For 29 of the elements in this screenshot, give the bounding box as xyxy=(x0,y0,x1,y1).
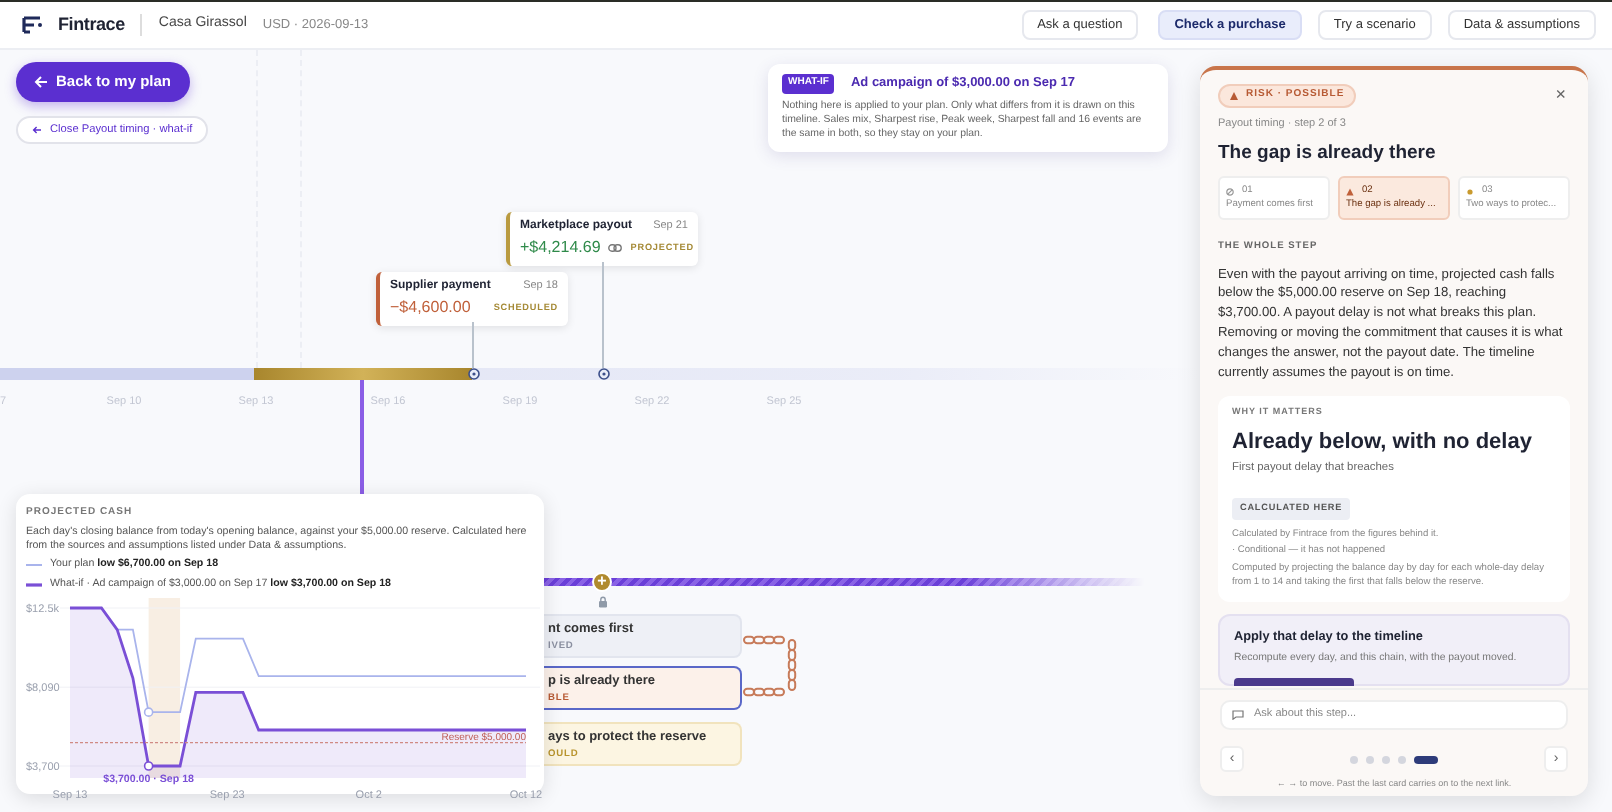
logo-icon xyxy=(22,16,42,34)
legend-line xyxy=(26,562,42,569)
pager-dot[interactable] xyxy=(1382,755,1390,763)
why-headline: Already below, with no delay xyxy=(1232,427,1534,458)
chat-icon xyxy=(1232,710,1244,720)
chain-drawing xyxy=(742,630,802,702)
brand-name: Fintrace xyxy=(58,11,125,38)
dot-icon xyxy=(1466,187,1474,196)
pager-dot[interactable] xyxy=(1398,755,1406,763)
warning-icon xyxy=(1230,91,1238,100)
apply-button[interactable] xyxy=(1234,677,1354,686)
close-button[interactable]: × xyxy=(1551,86,1570,105)
arrow-left-icon xyxy=(34,76,48,88)
timeline-node xyxy=(467,368,479,380)
step-title: The gap is already there xyxy=(1218,139,1438,168)
warning-icon xyxy=(1346,187,1354,196)
legend-line xyxy=(26,582,42,589)
timeline-node xyxy=(597,368,609,380)
pager-dot[interactable] xyxy=(1350,755,1358,763)
marker-line xyxy=(360,380,364,494)
pager-dot[interactable] xyxy=(1366,755,1374,763)
low-point-marker xyxy=(143,760,154,771)
event-amount: −$4,600.00 xyxy=(390,296,471,320)
lock-icon xyxy=(597,596,607,608)
arrow-left-icon xyxy=(32,126,42,134)
blocked-icon xyxy=(1226,187,1234,196)
link-icon xyxy=(608,243,623,252)
event-amount: +$4,214.69 xyxy=(520,236,601,260)
low-point-marker xyxy=(143,706,154,717)
